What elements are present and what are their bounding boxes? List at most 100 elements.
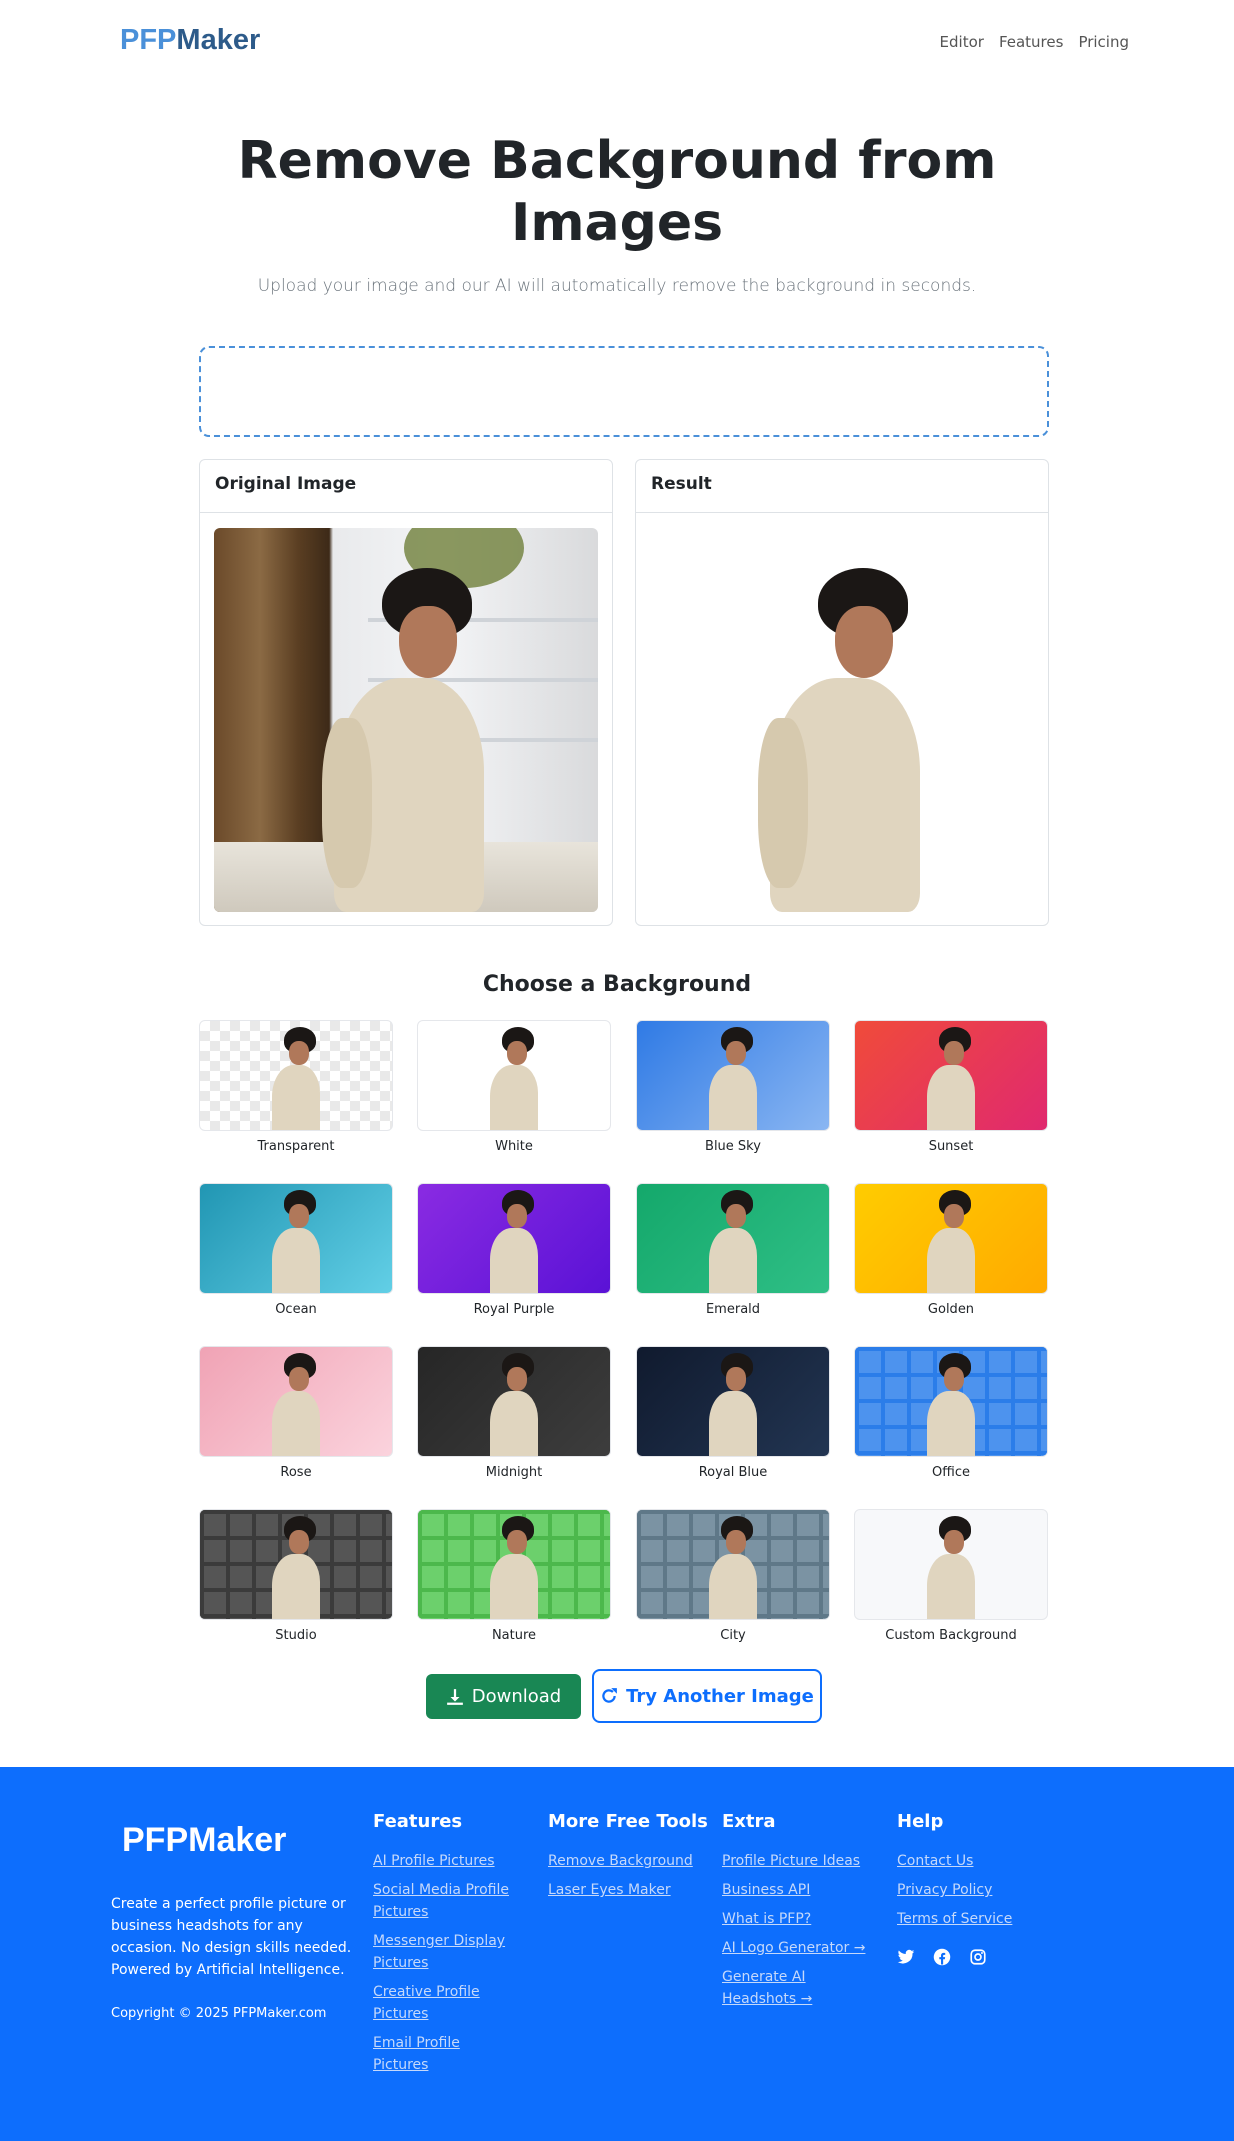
person-face [726,1204,746,1228]
background-option[interactable]: Rose [199,1346,393,1480]
footer-link[interactable]: Terms of Service [897,1908,1047,1930]
footer-link[interactable]: What is PFP? [722,1908,882,1930]
footer-column-extra: Extra Profile Picture Ideas Business API… [722,1811,882,2017]
background-option[interactable]: Royal Blue [636,1346,830,1480]
background-thumbnail[interactable] [636,1509,830,1620]
person-face [507,1367,527,1391]
person-arm [322,718,372,888]
nav-link-features[interactable]: Features [999,33,1064,51]
person-preview [917,1516,987,1619]
person-preview [480,1516,550,1619]
background-thumbnail[interactable] [854,1020,1048,1131]
background-option[interactable]: Golden [854,1183,1048,1317]
background-option[interactable]: Custom Background [854,1509,1048,1643]
background-option[interactable]: Blue Sky [636,1020,830,1154]
result-card: Result [635,459,1049,926]
try-another-image-button[interactable]: Try Another Image [592,1669,822,1723]
footer-link[interactable]: Profile Picture Ideas [722,1850,882,1872]
person-body [927,1554,975,1619]
background-thumbnail[interactable] [199,1346,393,1457]
footer-link[interactable]: Email Profile Pictures [373,2032,513,2076]
background-thumbnail[interactable] [417,1183,611,1294]
background-option[interactable]: Studio [199,1509,393,1643]
nav-link-pricing[interactable]: Pricing [1078,33,1129,51]
person-preview [699,1353,769,1456]
top-navbar: PFPMaker Editor Features Pricing [0,0,1234,86]
background-label: Royal Blue [698,1465,768,1480]
background-thumbnail[interactable] [854,1509,1048,1620]
background-thumbnail[interactable] [417,1020,611,1131]
background-label: Studio [275,1628,317,1643]
background-thumbnail[interactable] [199,1183,393,1294]
footer-link[interactable]: Contact Us [897,1850,1047,1872]
facebook-icon[interactable] [933,1948,951,1966]
background-label: Sunset [928,1139,974,1154]
background-option[interactable]: Transparent [199,1020,393,1154]
upload-dropzone[interactable] [199,346,1049,437]
person-face [289,1530,309,1554]
footer-link[interactable]: AI Profile Pictures [373,1850,513,1872]
person-face [507,1204,527,1228]
background-label: Custom Background [885,1628,1017,1643]
footer-link[interactable]: Remove Background [548,1850,708,1872]
instagram-icon[interactable] [969,1948,987,1966]
person-face [289,1204,309,1228]
person-preview [917,1190,987,1293]
page-title-line-2: Images [510,193,724,253]
footer-link[interactable]: Privacy Policy [897,1879,1047,1901]
footer-link[interactable]: Social Media Profile Pictures [373,1879,513,1923]
download-label: Download [471,1686,562,1707]
background-option[interactable]: Sunset [854,1020,1048,1154]
person-face [507,1041,527,1065]
footer-link[interactable]: Messenger Display Pictures [373,1930,513,1974]
background-option[interactable]: Ocean [199,1183,393,1317]
person-preview [480,1027,550,1130]
person-body [490,1228,538,1293]
footer-column-title: Help [897,1811,944,1832]
background-label: Emerald [705,1302,761,1317]
footer-link[interactable]: Business API [722,1879,882,1901]
brand-logo[interactable]: PFPMaker [120,24,260,57]
footer-column-title: More Free Tools [548,1811,708,1832]
background-option[interactable]: Royal Purple [417,1183,611,1317]
person-preview [699,1027,769,1130]
nav-link-editor[interactable]: Editor [940,33,984,51]
nav-links: Editor Features Pricing [940,33,1129,51]
person-figure [304,568,504,912]
background-option[interactable]: White [417,1020,611,1154]
background-option[interactable]: Nature [417,1509,611,1643]
footer-logo[interactable]: PFPMaker [122,1821,286,1860]
footer-column-title: Features [373,1811,463,1832]
background-option[interactable]: Office [854,1346,1048,1480]
footer-description: Create a perfect profile picture or busi… [111,1896,352,1978]
person-preview [480,1353,550,1456]
background-option[interactable]: City [636,1509,830,1643]
background-option[interactable]: Emerald [636,1183,830,1317]
background-thumbnail[interactable] [636,1346,830,1457]
person-face [835,606,893,678]
twitter-icon[interactable] [897,1948,915,1966]
original-image [214,528,598,912]
background-label: Midnight [485,1465,543,1480]
background-thumbnail[interactable] [199,1509,393,1620]
background-thumbnail[interactable] [636,1020,830,1131]
background-option[interactable]: Midnight [417,1346,611,1480]
person-body [709,1554,757,1619]
footer-link[interactable]: Creative Profile Pictures [373,1981,513,2025]
footer-column-features: Features AI Profile Pictures Social Medi… [373,1811,513,2083]
footer-link[interactable]: Laser Eyes Maker [548,1879,708,1901]
background-thumbnail[interactable] [636,1183,830,1294]
page-title-line-1: Remove Background from [237,131,997,191]
background-thumbnail[interactable] [417,1509,611,1620]
background-thumbnail[interactable] [854,1346,1048,1457]
person-preview [699,1516,769,1619]
footer-column-title: Extra [722,1811,776,1832]
person-body [709,1065,757,1130]
footer-link[interactable]: Generate AI Headshots → [722,1966,882,2010]
download-button[interactable]: Download [426,1674,581,1719]
footer-link[interactable]: AI Logo Generator → [722,1937,882,1959]
background-thumbnail[interactable] [854,1183,1048,1294]
footer-column-more-tools: More Free Tools Remove Background Laser … [548,1811,708,1908]
background-thumbnail[interactable] [417,1346,611,1457]
background-thumbnail[interactable] [199,1020,393,1131]
